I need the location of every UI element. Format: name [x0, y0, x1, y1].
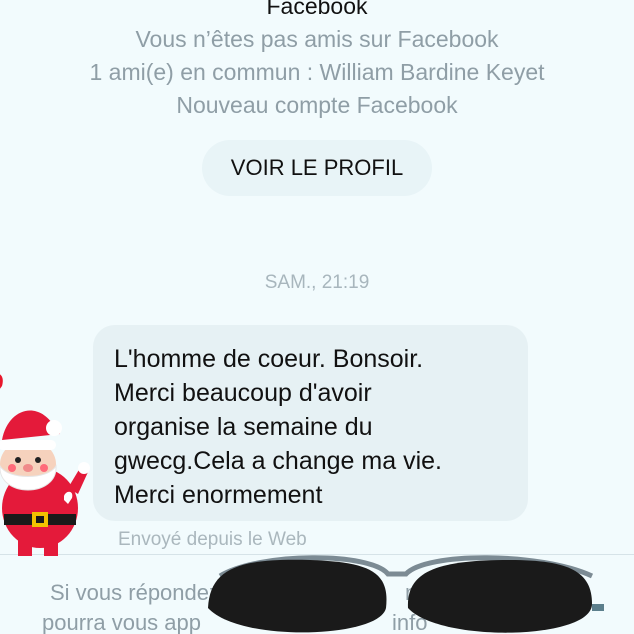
not-friends-text: Vous n’êtes pas amis sur Facebook: [135, 26, 499, 52]
message-timestamp: SAM., 21:19: [264, 272, 370, 293]
santa-sticker-icon: [0, 374, 90, 556]
sunglasses-sticker-icon: [208, 555, 604, 633]
message-bubble[interactable]: L'homme de coeur. Bonsoir. Merci beaucou…: [93, 325, 528, 521]
message-line: gwecg.Cela a change ma vie.: [114, 447, 442, 475]
message-line: Merci enormement: [114, 481, 323, 509]
message-line: L'homme de coeur. Bonsoir.: [114, 345, 424, 373]
footer-text: pourra vous app: [42, 610, 201, 634]
chat-screen: Facebook Vous n’êtes pas amis sur Facebo…: [0, 0, 634, 634]
mutual-friends-text[interactable]: 1 ami(e) en commun : William Bardine Key…: [0, 59, 634, 86]
header-title: Facebook: [266, 0, 368, 19]
message-line: Merci beaucoup d'avoir: [114, 379, 372, 407]
footer-text: Si vous répondez: [50, 580, 220, 605]
view-profile-button[interactable]: VOIR LE PROFIL: [202, 140, 432, 196]
message-line: organise la semaine du: [114, 413, 373, 441]
new-account-text: Nouveau compte Facebook: [176, 92, 458, 118]
